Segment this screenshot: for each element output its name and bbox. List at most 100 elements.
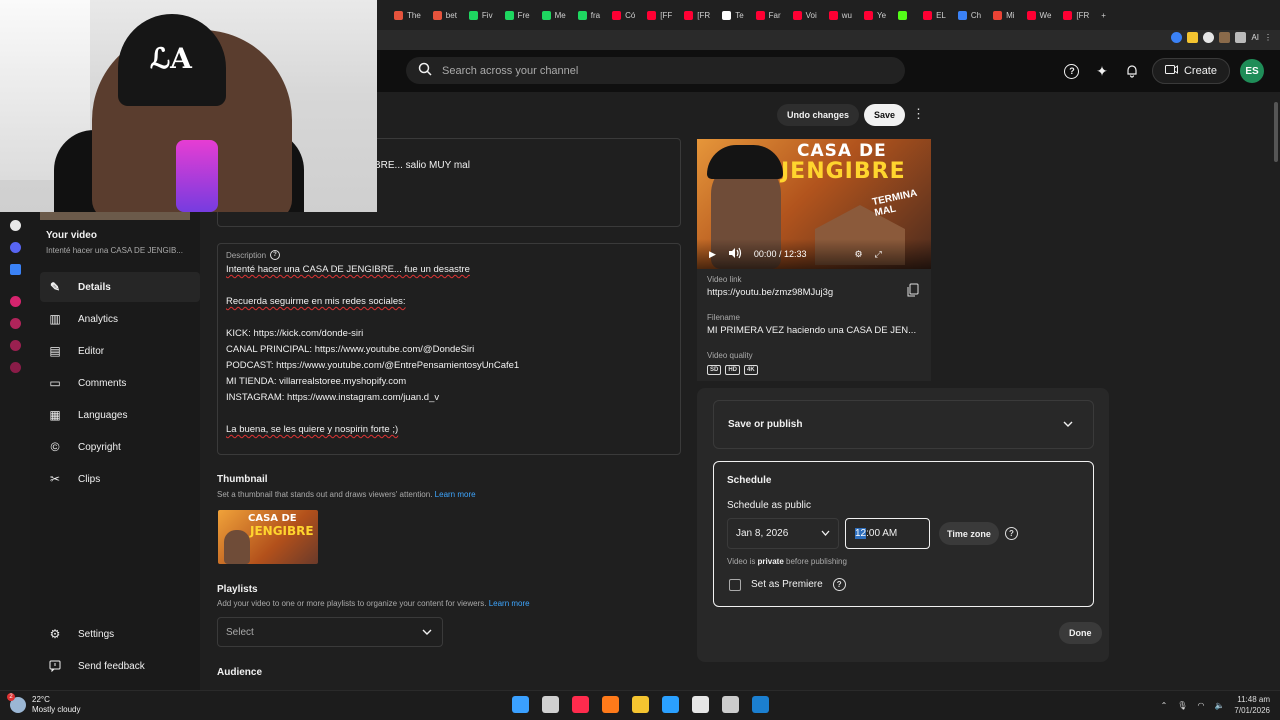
capcut-icon[interactable]	[692, 696, 709, 713]
browser-tab[interactable]: Fiv	[463, 0, 499, 30]
browser-tab[interactable]: fra	[572, 0, 606, 30]
menu-icon[interactable]: ⋮	[1264, 33, 1272, 42]
browser-tab[interactable]: Me	[536, 0, 572, 30]
time-zone-button[interactable]: Time zone	[939, 522, 999, 545]
done-button[interactable]: Done	[1059, 622, 1102, 644]
nav-item-analytics[interactable]: ▥ Analytics	[40, 304, 200, 334]
extensions-icon[interactable]	[10, 340, 21, 351]
create-button[interactable]: Create	[1151, 58, 1230, 84]
video-preview[interactable]: CASA DE JENGIBRE TERMINA MAL ▶ 00:00 / 1…	[697, 139, 931, 269]
bell-icon[interactable]	[1122, 61, 1142, 81]
ai-extension-label[interactable]: AI	[1251, 33, 1259, 42]
tiktok-icon[interactable]	[10, 220, 21, 231]
download-icon[interactable]	[1235, 32, 1247, 43]
browser-tab[interactable]: Te	[716, 0, 749, 30]
volume-icon[interactable]	[728, 247, 742, 261]
more-options-icon[interactable]: ⋮	[912, 106, 925, 122]
sparkle-icon[interactable]: ✦	[1092, 61, 1112, 81]
browser-tab[interactable]: Voi	[787, 0, 823, 30]
browser-tab[interactable]: Ye	[858, 0, 892, 30]
learn-more-link[interactable]: Learn more	[489, 599, 530, 608]
save-button[interactable]: Save	[864, 104, 906, 126]
play-icon[interactable]: ▶	[709, 249, 716, 260]
browser-tab[interactable]: wu	[823, 0, 858, 30]
nav-item-label: Languages	[78, 409, 128, 421]
nav-item-languages[interactable]: ▦ Languages	[40, 400, 200, 430]
browser-tab[interactable]: [FR	[678, 0, 716, 30]
help-icon[interactable]: ?	[832, 578, 846, 591]
time-input[interactable]: 12 :00 AM	[845, 518, 930, 549]
nav-settings[interactable]: ⚙ Settings	[40, 619, 200, 649]
chevron-up-icon[interactable]: ⌃	[1161, 701, 1168, 710]
wifi-icon[interactable]: ◠	[1197, 701, 1204, 710]
create-icon	[1164, 64, 1178, 78]
clock[interactable]: 11:48 am 7/01/2026	[1234, 694, 1270, 716]
thumbnail-image[interactable]: CASA DE JENGIBRE	[218, 510, 318, 564]
premiere-checkbox[interactable]	[729, 578, 741, 591]
avatar[interactable]: ES	[1240, 59, 1264, 83]
help-icon[interactable]: ?	[1062, 61, 1082, 81]
fullscreen-icon[interactable]: ⤢	[875, 249, 882, 260]
nav-item-editor[interactable]: ▤ Editor	[40, 336, 200, 366]
description-field[interactable]: Description ? Intenté hacer una CASA DE …	[217, 243, 681, 455]
app-circle-icon[interactable]	[722, 696, 739, 713]
browser-tab[interactable]: Có	[606, 0, 641, 30]
help-icon[interactable]: ?	[270, 250, 281, 260]
schedule-title: Schedule	[727, 475, 772, 486]
learn-more-link[interactable]: Learn more	[435, 490, 476, 499]
scroll-thumb[interactable]	[1274, 102, 1278, 162]
analytics-icon: ▥	[49, 312, 61, 326]
extension-icon[interactable]	[1187, 32, 1199, 43]
browser-tab[interactable]: The	[388, 0, 427, 30]
settings-gear-icon[interactable]: ⚙	[854, 249, 862, 260]
browser-tab[interactable]: EL	[917, 0, 952, 30]
speaker-icon[interactable]: 🔈	[1214, 701, 1224, 710]
extension-icon[interactable]	[1203, 32, 1215, 43]
store-icon[interactable]	[662, 696, 679, 713]
app-orange-icon[interactable]	[602, 696, 619, 713]
filename-label: Filename	[707, 313, 740, 322]
browser-tab[interactable]: Far	[750, 0, 787, 30]
browser-tab[interactable]: Ch	[952, 0, 987, 30]
video-link[interactable]: https://youtu.be/zmz98MJuj3g	[707, 287, 921, 298]
extension-icon[interactable]	[1171, 32, 1183, 43]
browser-tab[interactable]: Mi	[987, 0, 1020, 30]
preview-title-jengibre: JENGIBRE	[781, 159, 906, 184]
mic-icon[interactable]: 🎙	[1177, 701, 1187, 710]
page-scrollbar[interactable]	[1273, 92, 1279, 690]
opera-gx-icon[interactable]	[572, 696, 589, 713]
weather-widget[interactable]: 2 22°C Mostly cloudy	[7, 693, 80, 715]
nav-item-clips[interactable]: ✂ Clips	[40, 464, 200, 494]
file-explorer-icon[interactable]	[632, 696, 649, 713]
browser-tab[interactable]	[892, 0, 917, 30]
nav-video-thumbnail[interactable]	[40, 212, 190, 220]
search-bar[interactable]: Search across your channel	[406, 57, 905, 84]
nav-send-feedback[interactable]: Send feedback	[40, 651, 200, 681]
playlist-select[interactable]: Select	[217, 617, 443, 647]
settings-icon[interactable]	[10, 362, 21, 373]
discord-icon[interactable]	[10, 242, 21, 253]
app-icon[interactable]	[10, 264, 21, 275]
nav-item-comments[interactable]: ▭ Comments	[40, 368, 200, 398]
date-picker[interactable]: Jan 8, 2026	[727, 518, 839, 549]
profile-icon[interactable]	[1219, 32, 1231, 43]
help-icon[interactable]: ?	[1005, 527, 1018, 540]
windows-start-icon[interactable]	[512, 696, 529, 713]
browser-tab[interactable]: [FR	[1057, 0, 1095, 30]
new-tab-icon[interactable]: +	[1095, 0, 1112, 30]
save-or-publish-panel[interactable]: Save or publish	[713, 400, 1094, 449]
browser-tab[interactable]: bet	[427, 0, 463, 30]
steam-icon[interactable]	[752, 696, 769, 713]
browser-tab[interactable]: We	[1021, 0, 1058, 30]
copy-icon[interactable]	[907, 283, 919, 300]
browser-toolbar: AI ⋮	[376, 30, 1280, 50]
undo-changes-button[interactable]: Undo changes	[777, 104, 860, 126]
search-icon[interactable]	[542, 696, 559, 713]
chevron-down-icon	[422, 627, 432, 638]
browser-tab[interactable]: [FF	[641, 0, 678, 30]
history-icon[interactable]	[10, 318, 21, 329]
nav-item-details[interactable]: ✎ Details	[40, 272, 200, 302]
browser-tab[interactable]: Fre	[499, 0, 536, 30]
music-icon[interactable]	[10, 296, 21, 307]
nav-item-copyright[interactable]: © Copyright	[40, 432, 200, 462]
